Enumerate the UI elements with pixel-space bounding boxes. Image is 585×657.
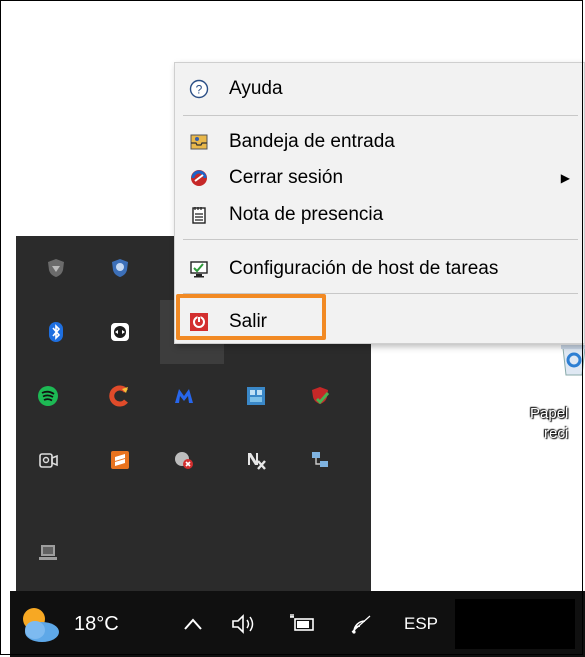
show-hidden-icons-chevron-icon[interactable] — [180, 609, 206, 639]
menu-item-label: Ayuda — [229, 78, 283, 99]
camera-shutter-icon[interactable] — [16, 428, 80, 492]
menu-item-configuracion-host-tareas[interactable]: Configuración de host de tareas — [175, 252, 584, 286]
language-indicator[interactable]: ESP — [404, 609, 438, 639]
taskbar-blank-area — [455, 599, 575, 649]
malwarebytes-icon[interactable] — [152, 364, 216, 428]
recycle-bin-label: Papel reci — [530, 404, 585, 444]
network-devices-icon[interactable] — [288, 428, 352, 492]
menu-item-label: Bandeja de entrada — [229, 131, 395, 152]
menu-item-label: Cerrar sesión — [229, 167, 344, 188]
menu-item-nota-de-presencia[interactable]: Nota de presencia — [175, 198, 584, 232]
salir-highlight-box — [176, 294, 326, 340]
help-icon: ? — [189, 79, 209, 99]
shield-outline-icon[interactable] — [24, 236, 88, 300]
ccleaner-icon[interactable] — [88, 364, 152, 428]
submenu-arrow-icon: ▶ — [560, 171, 570, 185]
recycle-bin-glyph-icon — [561, 345, 585, 376]
menu-item-label: Nota de presencia — [229, 204, 384, 225]
battery-power-icon[interactable] — [288, 611, 318, 637]
menu-item-cerrar-sesion[interactable]: Cerrar sesión ▶ — [175, 161, 584, 195]
security-shield-icon[interactable] — [88, 236, 152, 300]
notepad-icon — [189, 205, 209, 225]
teamviewer-icon[interactable] — [88, 300, 152, 364]
network-grid-icon[interactable] — [224, 364, 288, 428]
menu-separator — [183, 115, 578, 116]
svg-text:?: ? — [196, 83, 203, 97]
logout-icon — [189, 168, 209, 188]
nx-icon[interactable] — [224, 428, 288, 492]
weather-cloud-sun-icon[interactable] — [18, 603, 62, 647]
inbox-icon — [189, 132, 209, 152]
recycle-bin-label-line2: reci — [544, 425, 569, 442]
wifi-icon[interactable] — [346, 611, 376, 637]
volume-icon[interactable] — [230, 611, 260, 637]
monitor-settings-icon — [189, 259, 209, 279]
antivirus-check-icon[interactable] — [288, 364, 352, 428]
menu-item-bandeja-de-entrada[interactable]: Bandeja de entrada — [175, 125, 584, 159]
recycle-bin-icon[interactable] — [555, 342, 585, 402]
sublime-icon[interactable] — [88, 428, 152, 492]
temperature-text[interactable]: 18°C — [74, 609, 119, 639]
menu-item-ayuda[interactable]: ? Ayuda — [175, 72, 584, 106]
laptop-icon[interactable] — [16, 520, 80, 584]
spotify-icon[interactable] — [16, 364, 80, 428]
menu-separator — [183, 239, 578, 240]
taskbar: 18°C ESP — [10, 591, 585, 657]
recycle-bin-label-line1: Papel — [530, 405, 569, 422]
menu-item-label: Configuración de host de tareas — [229, 258, 499, 279]
disk-error-icon[interactable] — [152, 428, 216, 492]
bluetooth-icon[interactable] — [24, 300, 88, 364]
